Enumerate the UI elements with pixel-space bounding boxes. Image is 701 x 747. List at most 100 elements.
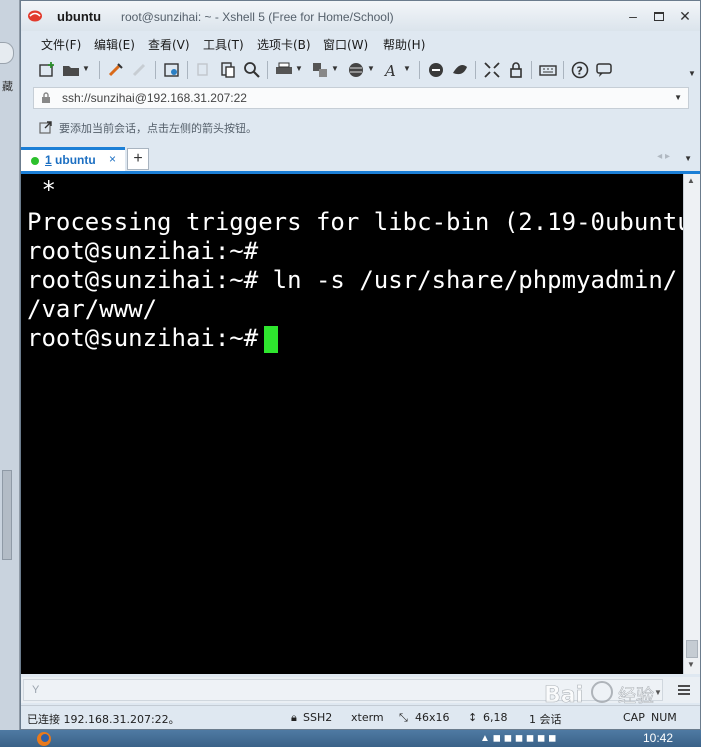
globe-dropdown-icon[interactable]: ▼ bbox=[367, 64, 375, 73]
scroll-up-icon[interactable]: ▲ bbox=[687, 176, 695, 185]
print-icon[interactable] bbox=[275, 61, 293, 79]
background-window-text: 藏 bbox=[2, 80, 13, 93]
app-name: ubuntu bbox=[57, 9, 102, 24]
toolbar-separator bbox=[563, 61, 564, 79]
toolbar-separator bbox=[155, 61, 156, 79]
tab-close-icon[interactable]: × bbox=[109, 152, 116, 166]
font-icon[interactable]: A bbox=[383, 61, 401, 79]
tab-bar: 1 ubuntu × + ◂ ▸ ▼ bbox=[21, 145, 700, 173]
toolbar-separator bbox=[99, 61, 100, 79]
terminal-cursor bbox=[264, 326, 278, 353]
hint-bar: 要添加当前会话，点击左侧的箭头按钮。 bbox=[33, 115, 689, 139]
title-bar[interactable]: ubuntu root@sunzihai: ~ - Xshell 5 (Free… bbox=[21, 1, 700, 31]
toolbar-separator bbox=[187, 61, 188, 79]
terminal-line: Processing triggers for libc-bin (2.19-0… bbox=[27, 208, 683, 236]
font-dropdown-icon[interactable]: ▼ bbox=[403, 64, 411, 73]
open-dropdown-icon[interactable]: ▼ bbox=[82, 64, 90, 73]
terminal-line: /var/www/ bbox=[27, 295, 158, 323]
status-lock-icon: 🔒︎ bbox=[291, 711, 297, 724]
menu-window[interactable]: 窗口(W) bbox=[323, 36, 368, 53]
background-window-button bbox=[0, 42, 14, 64]
menu-view[interactable]: 查看(V) bbox=[148, 36, 190, 53]
transfer-icon[interactable] bbox=[311, 61, 329, 79]
terminal-line: root@sunzihai:~# ln -s /usr/share/phpmya… bbox=[27, 266, 678, 294]
status-size-icon: ⤡ bbox=[399, 711, 408, 724]
tab-label: 1 ubuntu bbox=[45, 153, 96, 167]
xmanager-icon[interactable] bbox=[451, 61, 469, 79]
toolbar: ▼ ▼ ▼ ▼ A ▼ ? ▼ bbox=[21, 55, 700, 85]
open-folder-icon[interactable] bbox=[62, 61, 80, 79]
svg-text:Bai: Bai bbox=[544, 683, 583, 708]
terminal-line: * bbox=[27, 176, 56, 204]
globe-icon[interactable] bbox=[347, 61, 365, 79]
add-session-arrow-icon[interactable] bbox=[39, 120, 53, 134]
properties-icon[interactable] bbox=[163, 61, 181, 79]
taskbar-clock: 10:42 bbox=[643, 731, 674, 745]
menu-bar: 文件(F) 编辑(E) 查看(V) 工具(T) 选项卡(B) 窗口(W) 帮助(… bbox=[21, 31, 700, 55]
paste-icon[interactable] bbox=[219, 61, 237, 79]
toolbar-overflow-icon[interactable]: ▼ bbox=[688, 69, 696, 78]
reconnect-icon[interactable] bbox=[107, 61, 125, 79]
help-icon[interactable]: ? bbox=[571, 61, 589, 79]
keyboard-icon[interactable] bbox=[539, 61, 557, 79]
scroll-down-icon[interactable]: ▼ bbox=[687, 660, 695, 669]
firefox-taskbar-icon[interactable] bbox=[34, 731, 54, 747]
address-lock-icon bbox=[42, 92, 50, 103]
menu-tools[interactable]: 工具(T) bbox=[203, 36, 244, 53]
connected-status-icon bbox=[31, 157, 39, 165]
terminal-line: root@sunzihai:~# bbox=[27, 324, 273, 352]
svg-text:A: A bbox=[383, 62, 396, 79]
tab-number: 1 bbox=[45, 153, 52, 167]
status-term: xterm bbox=[351, 711, 384, 724]
terminal-line: root@sunzihai:~# bbox=[27, 237, 259, 265]
address-bar[interactable]: ssh://sunzihai@192.168.31.207:22 ▼ bbox=[33, 87, 689, 109]
tab-name: ubuntu bbox=[55, 153, 96, 167]
maximize-button[interactable] bbox=[647, 6, 671, 24]
status-protocol: SSH2 bbox=[303, 711, 333, 724]
menu-file[interactable]: 文件(F) bbox=[41, 36, 81, 53]
xftp-icon[interactable] bbox=[427, 61, 445, 79]
maximize-icon bbox=[654, 12, 664, 21]
status-connection: 已连接 192.168.31.207:22。 bbox=[27, 713, 180, 726]
xshell-window: ubuntu root@sunzihai: ~ - Xshell 5 (Free… bbox=[20, 0, 701, 730]
print-dropdown-icon[interactable]: ▼ bbox=[295, 64, 303, 73]
toolbar-separator bbox=[531, 61, 532, 79]
baidu-watermark-logo: Bai 经验 bbox=[544, 681, 654, 708]
menu-tabs[interactable]: 选项卡(B) bbox=[257, 36, 311, 53]
status-position-icon: ↕ bbox=[468, 711, 478, 724]
address-dropdown-icon[interactable]: ▼ bbox=[674, 93, 682, 102]
close-button[interactable]: ✕ bbox=[673, 6, 697, 24]
terminal-scrollbar[interactable]: ▲ ▼ bbox=[683, 174, 700, 674]
tab-ubuntu[interactable]: 1 ubuntu × bbox=[21, 147, 125, 173]
copy-icon[interactable] bbox=[195, 61, 213, 79]
find-icon[interactable] bbox=[243, 61, 261, 79]
tab-list-dropdown-icon[interactable]: ▼ bbox=[684, 154, 692, 163]
status-position: 6,18 bbox=[483, 711, 508, 724]
menu-help[interactable]: 帮助(H) bbox=[383, 36, 425, 53]
toolbar-separator bbox=[419, 61, 420, 79]
disconnect-icon[interactable] bbox=[131, 61, 149, 79]
window-title: root@sunzihai: ~ - Xshell 5 (Free for Ho… bbox=[121, 10, 394, 24]
lock-icon[interactable] bbox=[507, 61, 525, 79]
fullscreen-icon[interactable] bbox=[483, 61, 501, 79]
address-text[interactable]: ssh://sunzihai@192.168.31.207:22 bbox=[62, 91, 247, 105]
toolbar-separator bbox=[475, 61, 476, 79]
scroll-thumb[interactable] bbox=[686, 640, 698, 658]
transfer-dropdown-icon[interactable]: ▼ bbox=[331, 64, 339, 73]
compose-placeholder: Y bbox=[32, 684, 40, 696]
taskbar: ▲ ◼ ◼ ◼ ◼ ◼ ◼ 10:42 bbox=[0, 730, 701, 747]
status-size: 46x16 bbox=[415, 711, 450, 724]
new-tab-button[interactable]: + bbox=[127, 148, 149, 170]
new-session-icon[interactable] bbox=[38, 61, 56, 79]
system-tray-icons[interactable]: ▲ ◼ ◼ ◼ ◼ ◼ ◼ bbox=[480, 733, 556, 744]
menu-edit[interactable]: 编辑(E) bbox=[94, 36, 135, 53]
terminal[interactable]: * Processing triggers for libc-bin (2.19… bbox=[21, 174, 683, 674]
svg-text:经验: 经验 bbox=[618, 686, 654, 707]
chat-icon[interactable] bbox=[595, 61, 613, 79]
minimize-button[interactable]: – bbox=[621, 6, 645, 24]
svg-text:?: ? bbox=[577, 65, 583, 78]
background-window-strip: 藏 bbox=[0, 0, 20, 730]
tab-scroll-icon[interactable]: ◂ ▸ bbox=[657, 151, 670, 162]
hint-text: 要添加当前会话，点击左侧的箭头按钮。 bbox=[59, 122, 257, 135]
xshell-logo-icon bbox=[28, 10, 42, 22]
